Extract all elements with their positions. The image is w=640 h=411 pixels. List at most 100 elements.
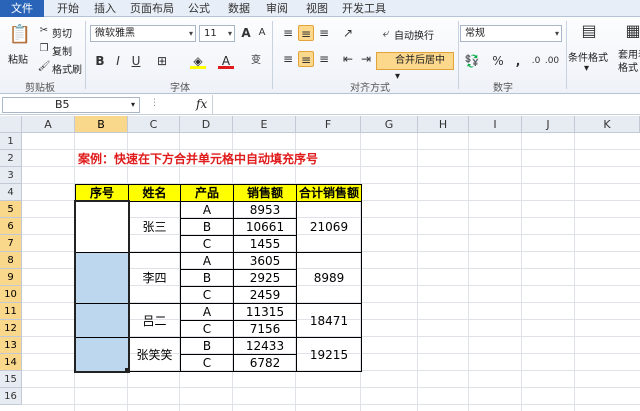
column-header[interactable]: F [296, 116, 361, 133]
sales-cell[interactable]: 8953 [233, 201, 297, 219]
copy-button[interactable]: 复制 [52, 43, 72, 58]
total-sales-cell[interactable]: 19215 [296, 337, 362, 372]
product-cell[interactable]: C [180, 235, 234, 253]
spreadsheet-grid[interactable]: A B C D E F G H I J K 1 2 3 4 5 6 7 8 9 10 11 12 13 14 15 16 序号 姓名 产品… [0, 116, 640, 411]
merge-center-button[interactable]: 合并后居中 ▾ [376, 52, 454, 82]
row-header[interactable]: 10 [0, 286, 22, 303]
header-cell[interactable]: 合计销售额 [296, 184, 362, 202]
table-format-icon[interactable]: ▦ [622, 23, 640, 45]
increase-indent-icon[interactable]: ⇥ [358, 51, 374, 67]
row-header[interactable]: 2 [0, 150, 22, 167]
align-left-icon[interactable]: ≡ [280, 51, 296, 67]
cut-button[interactable]: 剪切 [52, 25, 72, 40]
tab-view[interactable]: 视图 [302, 0, 332, 17]
column-header[interactable]: I [469, 116, 522, 133]
border-icon[interactable]: ⊞ [154, 53, 170, 69]
row-header[interactable]: 13 [0, 337, 22, 354]
sales-cell[interactable]: 12433 [233, 337, 297, 355]
product-cell[interactable]: C [180, 286, 234, 304]
tab-page-layout[interactable]: 页面布局 [126, 0, 178, 17]
column-header[interactable]: K [575, 116, 640, 133]
column-header[interactable]: G [361, 116, 418, 133]
orientation-icon[interactable]: ↗ [340, 25, 356, 41]
conditional-format-icon[interactable]: ▤ [578, 23, 600, 45]
column-header[interactable]: J [522, 116, 575, 133]
paste-button[interactable]: 粘贴 [8, 51, 28, 66]
shrink-font-button[interactable]: A [254, 25, 270, 41]
sales-cell[interactable]: 1455 [233, 235, 297, 253]
tab-developer[interactable]: 开发工具 [338, 0, 390, 17]
tab-formulas[interactable]: 公式 [184, 0, 214, 17]
name-box[interactable]: B5 ▾ [2, 97, 140, 113]
column-header[interactable]: E [233, 116, 296, 133]
decrease-indent-icon[interactable]: ⇤ [340, 51, 356, 67]
column-header[interactable]: H [418, 116, 469, 133]
row-header[interactable]: 5 [0, 201, 22, 218]
font-color-icon[interactable]: A [218, 53, 234, 69]
product-cell[interactable]: C [180, 354, 234, 372]
sales-cell[interactable]: 6782 [233, 354, 297, 372]
tab-insert[interactable]: 插入 [90, 0, 120, 17]
row-header[interactable]: 6 [0, 218, 22, 235]
format-painter-button[interactable]: 格式刷 [52, 61, 82, 76]
percent-button[interactable]: % [490, 53, 506, 69]
comma-button[interactable]: , [510, 53, 526, 69]
row-header[interactable]: 11 [0, 303, 22, 320]
row-header[interactable]: 8 [0, 252, 22, 269]
table-format-button[interactable]: 套用表格格式 [618, 49, 640, 75]
sales-cell[interactable]: 7156 [233, 320, 297, 338]
product-cell[interactable]: A [180, 303, 234, 321]
number-format-select[interactable]: 常规 ▾ [460, 25, 562, 42]
font-size-select[interactable]: 11 ▾ [199, 25, 235, 42]
align-top-icon[interactable]: ≡ [280, 25, 296, 41]
header-cell[interactable]: 产品 [180, 184, 234, 202]
total-sales-cell[interactable]: 8989 [296, 252, 362, 304]
name-cell[interactable]: 李四 [128, 252, 181, 304]
sales-cell[interactable]: 10661 [233, 218, 297, 236]
align-center-icon[interactable]: ≡ [298, 51, 314, 67]
bold-button[interactable]: B [92, 53, 108, 69]
grow-font-button[interactable]: A [238, 25, 254, 41]
name-cell[interactable]: 张三 [128, 201, 181, 253]
row-header[interactable]: 15 [0, 371, 22, 388]
align-right-icon[interactable]: ≡ [316, 51, 332, 67]
row-header[interactable]: 16 [0, 388, 22, 405]
row-header[interactable]: 14 [0, 354, 22, 371]
wrap-text-button[interactable]: 自动换行 [394, 27, 434, 42]
conditional-format-button[interactable]: 条件格式 [568, 49, 608, 64]
sales-cell[interactable]: 11315 [233, 303, 297, 321]
product-cell[interactable]: B [180, 218, 234, 236]
column-header[interactable]: A [22, 116, 75, 133]
align-bottom-icon[interactable]: ≡ [316, 25, 332, 41]
row-header[interactable]: 9 [0, 269, 22, 286]
currency-icon[interactable]: 💱 [464, 53, 480, 69]
row-header[interactable]: 1 [0, 133, 22, 150]
font-name-select[interactable]: 微软雅黑 ▾ [90, 25, 196, 42]
product-cell[interactable]: A [180, 252, 234, 270]
insert-function-icon[interactable]: fx [196, 97, 207, 111]
formula-input[interactable] [212, 95, 640, 115]
italic-button[interactable]: I [110, 53, 126, 69]
product-cell[interactable]: C [180, 320, 234, 338]
name-cell[interactable]: 吕二 [128, 303, 181, 338]
decrease-decimal-icon[interactable]: .00 [544, 53, 560, 69]
total-sales-cell[interactable]: 18471 [296, 303, 362, 338]
product-cell[interactable]: B [180, 269, 234, 287]
tab-data[interactable]: 数据 [224, 0, 254, 17]
sales-cell[interactable]: 2459 [233, 286, 297, 304]
fill-handle[interactable] [125, 368, 130, 373]
column-header[interactable]: D [180, 116, 233, 133]
header-cell[interactable]: 销售额 [233, 184, 297, 202]
increase-decimal-icon[interactable]: .0 [528, 53, 544, 69]
tab-file[interactable]: 文件 [0, 0, 44, 17]
product-cell[interactable]: B [180, 337, 234, 355]
phonetic-icon[interactable]: 变 [248, 53, 264, 69]
name-cell[interactable]: 张笑笑 [128, 337, 181, 372]
column-header[interactable]: C [128, 116, 180, 133]
column-header[interactable]: B [75, 116, 128, 133]
total-sales-cell[interactable]: 21069 [296, 201, 362, 253]
row-header[interactable]: 3 [0, 167, 22, 184]
row-header[interactable]: 7 [0, 235, 22, 252]
header-cell[interactable]: 姓名 [128, 184, 181, 202]
fill-color-icon[interactable]: ◈ [190, 53, 206, 69]
